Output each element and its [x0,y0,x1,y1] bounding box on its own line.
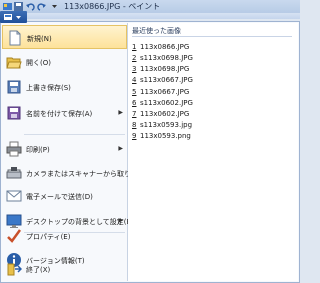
ribbon-tab-strip [0,13,300,19]
new-file-icon [7,30,23,46]
menu-item-properties[interactable]: プロパティ(E) [2,224,127,248]
recent-images-title: 最近使った画像 [132,27,181,35]
menu-item-print[interactable]: 印刷(P) ▶ [2,137,127,161]
recent-item[interactable]: 6 s113x0602.JPG [132,99,193,107]
save-as-icon [6,105,22,121]
recent-item[interactable]: 4 s113x0667.JPG [132,76,193,84]
properties-check-icon [6,228,22,244]
menu-item-exit[interactable]: 終了(X) [2,257,127,281]
recent-item[interactable]: 5 113x0667.JPG [132,88,189,96]
save-icon [6,79,22,95]
recent-item[interactable]: 2 s113x0698.JPG [132,54,193,62]
submenu-arrow-icon: ▶ [118,217,123,224]
menu-item-save-as[interactable]: 名前を付けて保存(A) ▶ [2,101,127,125]
email-icon [6,188,22,204]
recent-item[interactable]: 9 113x0593.png [132,132,191,140]
menu-item-save[interactable]: 上書き保存(S) [2,75,127,99]
customize-toolbar-chevron-icon[interactable] [50,2,59,11]
menu-item-email[interactable]: 電子メールで送信(D) [2,184,127,208]
menu-separator [24,134,125,135]
exit-icon [6,261,23,277]
menu-commands: 新規(N) 開く(O) 上書き保存(S) 名前を付けて保存(A) ▶ 印刷(P)… [2,23,157,281]
recent-item[interactable]: 3 113x0698.JPG [132,65,189,73]
recent-item[interactable]: 7 113x0602.JPG [132,110,189,118]
undo-icon[interactable] [26,2,35,11]
title-bar: 113x0866.JPG - ペイント [0,0,300,14]
menu-item-open[interactable]: 開く(O) [2,50,127,74]
recent-images-panel: 最近使った画像 1 113x0866.JPG 2 s113x0698.JPG 3 11… [128,23,298,281]
quick-save-icon[interactable] [14,2,23,11]
scanner-icon [6,165,22,181]
menu-item-scanner[interactable]: カメラまたはスキャナーから取り込み(M) [2,161,157,185]
application-menu: 新規(N) 開く(O) 上書き保存(S) 名前を付けて保存(A) ▶ 印刷(P)… [0,21,300,283]
recent-title-separator [132,36,292,37]
submenu-arrow-icon: ▶ [118,145,123,152]
paint-app-icon [3,2,12,11]
submenu-arrow-icon: ▶ [118,109,123,116]
redo-icon[interactable] [37,2,46,11]
window-title: 113x0866.JPG - ペイント [64,2,161,11]
recent-item[interactable]: 1 113x0866.JPG [132,43,189,51]
printer-icon [6,141,22,157]
paint-menu-button[interactable] [0,11,27,23]
open-folder-icon [6,54,22,70]
recent-item[interactable]: 8 s113x0593.jpg [132,121,192,129]
menu-item-new[interactable]: 新規(N) [2,25,127,49]
